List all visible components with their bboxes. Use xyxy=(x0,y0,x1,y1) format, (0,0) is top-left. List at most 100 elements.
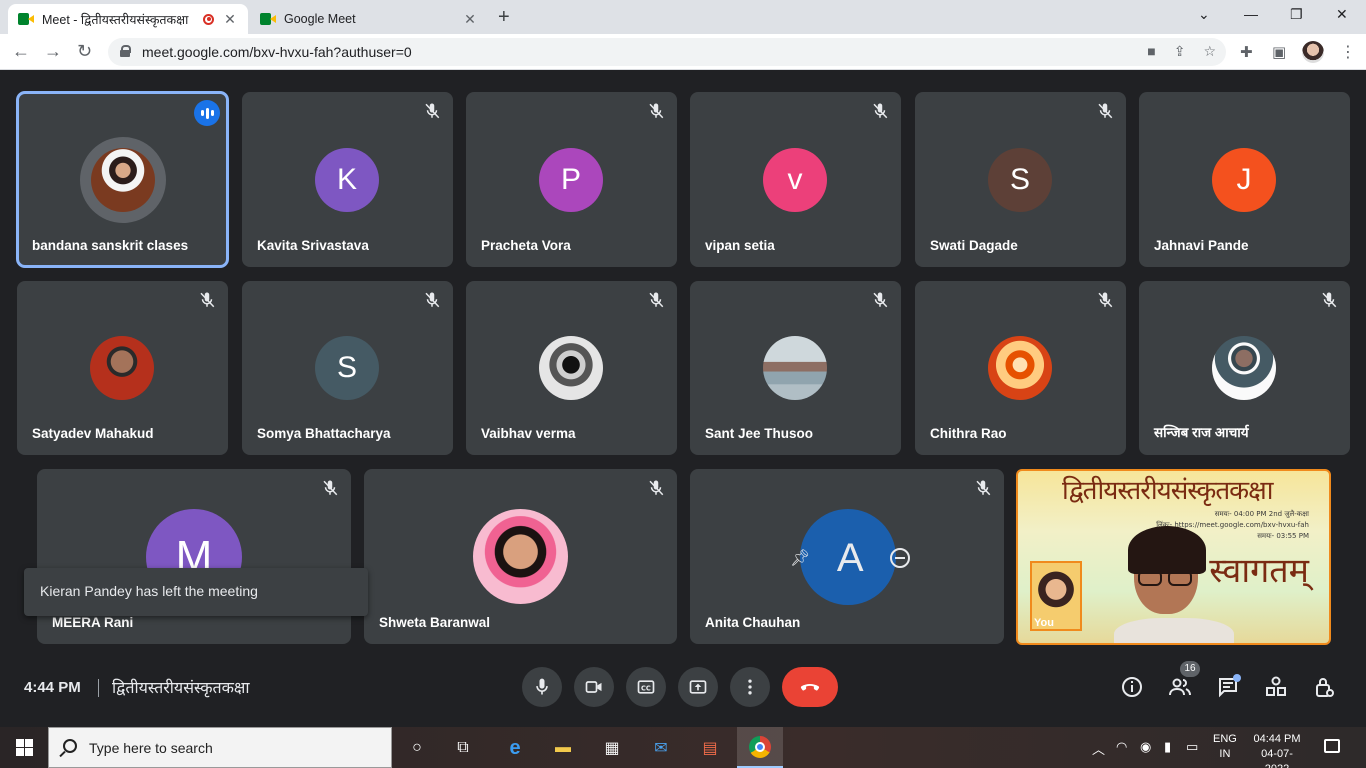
browser-tab-bar: Meet - द्वितीयस्तरीयसंस्कृतकक्षा ✕ Googl… xyxy=(0,0,1366,34)
avatar xyxy=(90,336,154,400)
present-icon xyxy=(689,680,707,694)
participant-name: Pracheta Vora xyxy=(481,238,571,253)
close-tab-icon[interactable]: ✕ xyxy=(222,11,238,28)
avatar-initial: A xyxy=(836,535,864,580)
participant-tile[interactable]: Sant Jee Thusoo xyxy=(690,281,901,455)
leave-call-button[interactable] xyxy=(782,667,838,707)
cortana-icon[interactable]: ○ xyxy=(404,735,430,761)
share-icon[interactable]: ⇪ xyxy=(1174,43,1186,60)
clock-time: 04:44 PM xyxy=(1253,733,1301,745)
extensions-icon[interactable]: ✚ xyxy=(1240,43,1253,61)
divider xyxy=(98,679,99,697)
self-view-tile[interactable]: द्वितीयस्तरीयसंस्कृतकक्षा समयः- 04:00 PM… xyxy=(1016,469,1331,645)
microphone-button[interactable] xyxy=(522,667,562,707)
tab-search-icon[interactable]: ⌄ xyxy=(1198,6,1210,23)
participant-tile[interactable]: K Kavita Srivastava xyxy=(242,92,453,267)
participant-tile[interactable]: सन्जिब राज आचार्य xyxy=(1139,281,1350,455)
remove-icon[interactable] xyxy=(890,548,910,568)
host-controls-icon[interactable] xyxy=(1312,675,1336,699)
participant-name: bandana sanskrit clases xyxy=(32,238,189,253)
participant-tile[interactable]: v vipan setia xyxy=(690,92,901,267)
camera-in-use-icon[interactable]: ◉ xyxy=(1140,739,1151,755)
participant-tile[interactable]: S Swati Dagade xyxy=(915,92,1126,267)
participant-tile[interactable]: Chithra Rao xyxy=(915,281,1126,455)
avatar: J xyxy=(1212,148,1276,212)
profile-avatar[interactable] xyxy=(1302,41,1324,63)
participant-name: Satyadev Mahakud xyxy=(32,426,154,441)
restore-icon[interactable]: ❐ xyxy=(1290,6,1303,23)
tab-google-meet[interactable]: Google Meet ✕ xyxy=(250,4,488,34)
chat-unread-dot xyxy=(1233,674,1241,682)
file-explorer-icon[interactable]: ▬ xyxy=(550,735,576,761)
input-language[interactable]: ENG IN xyxy=(1213,732,1237,762)
participant-tile[interactable]: J Jahnavi Pande xyxy=(1139,92,1350,267)
chrome-taskbar-button[interactable] xyxy=(737,727,783,768)
mail-icon[interactable]: ✉ xyxy=(648,735,674,761)
mic-off-icon xyxy=(647,291,665,309)
app-icon[interactable]: ▤ xyxy=(697,735,723,761)
close-tab-icon[interactable]: ✕ xyxy=(462,11,478,28)
omnibox[interactable]: meet.google.com/bxv-hvxu-fah?authuser=0 … xyxy=(108,38,1226,66)
participant-name: MEERA Rani xyxy=(52,615,134,630)
participant-tile[interactable]: Satyadev Mahakud xyxy=(17,281,228,455)
taskbar-search[interactable]: Type here to search xyxy=(48,727,392,768)
notification-toast: Kieran Pandey has left the meeting xyxy=(24,568,368,616)
end-call-icon xyxy=(800,684,820,691)
microphone-icon xyxy=(536,678,548,695)
pin-icon[interactable]: 📌︎ xyxy=(790,548,810,568)
present-screen-button[interactable] xyxy=(678,667,718,707)
participant-tile[interactable]: bandana sanskrit clases xyxy=(16,91,229,268)
mic-in-use-icon[interactable]: ▮ xyxy=(1164,739,1171,755)
task-view-icon[interactable]: ⧉ xyxy=(450,735,476,761)
participant-tile[interactable]: Shweta Baranwal xyxy=(364,469,677,644)
store-icon[interactable]: ▦ xyxy=(599,735,625,761)
url-text: meet.google.com/bxv-hvxu-fah?authuser=0 xyxy=(142,44,412,60)
new-tab-icon[interactable]: + xyxy=(498,6,510,29)
participant-name: Kavita Srivastava xyxy=(257,238,369,253)
network-icon[interactable]: ◠ xyxy=(1116,739,1127,755)
bookmark-star-icon[interactable]: ☆ xyxy=(1203,43,1216,60)
more-options-button[interactable] xyxy=(730,667,770,707)
participant-tile[interactable]: S Somya Bhattacharya xyxy=(242,281,453,455)
mic-off-icon xyxy=(1096,291,1114,309)
participant-name: Vaibhav verma xyxy=(481,426,576,441)
close-window-icon[interactable]: ✕ xyxy=(1336,6,1348,23)
tray-chevron-icon[interactable]: ︿ xyxy=(1092,739,1105,758)
recording-icon xyxy=(203,13,214,25)
activities-icon[interactable] xyxy=(1264,675,1288,699)
windows-start-icon[interactable] xyxy=(16,739,33,756)
participant-name: vipan setia xyxy=(705,238,775,253)
lang-code: ENG xyxy=(1213,733,1237,745)
forward-icon[interactable]: → xyxy=(44,41,62,62)
avatar xyxy=(539,336,603,400)
system-clock[interactable]: 04:44 PM 04-07-2022 xyxy=(1250,732,1304,768)
browser-menu-icon[interactable]: ⋮ xyxy=(1340,42,1356,62)
search-icon xyxy=(63,739,77,753)
mic-off-icon xyxy=(423,291,441,309)
edge-icon[interactable]: e xyxy=(502,735,528,761)
participant-name: Shweta Baranwal xyxy=(379,615,491,630)
meeting-time: 4:44 PM xyxy=(24,679,81,696)
meeting-details-icon[interactable] xyxy=(1120,675,1144,699)
participant-tile[interactable]: Vaibhav verma xyxy=(466,281,677,455)
participant-name: Somya Bhattacharya xyxy=(257,426,391,441)
side-panel-icon[interactable]: ▣ xyxy=(1272,43,1286,61)
tab-meet[interactable]: Meet - द्वितीयस्तरीयसंस्कृतकक्षा ✕ xyxy=(8,4,248,34)
lock-icon[interactable] xyxy=(120,45,131,57)
avatar xyxy=(763,336,827,400)
meet-logo-icon xyxy=(260,12,276,26)
captions-button[interactable]: CC xyxy=(626,667,666,707)
notifications-icon[interactable] xyxy=(1324,739,1340,753)
participant-tile[interactable]: M MEERA Rani xyxy=(37,469,351,644)
camera-button[interactable] xyxy=(574,667,614,707)
people-icon[interactable] xyxy=(1168,675,1192,699)
avatar xyxy=(473,509,568,604)
reload-icon[interactable]: ↻ xyxy=(77,41,92,62)
minimize-icon[interactable]: — xyxy=(1244,6,1258,22)
back-icon[interactable]: ← xyxy=(12,41,30,62)
participant-tile[interactable]: P Pracheta Vora xyxy=(466,92,677,267)
address-bar: ← → ↻ meet.google.com/bxv-hvxu-fah?authu… xyxy=(0,34,1366,70)
camera-permission-icon[interactable]: ■ xyxy=(1147,43,1155,60)
battery-icon[interactable]: ▭ xyxy=(1186,739,1198,755)
participant-name: Sant Jee Thusoo xyxy=(705,426,814,441)
